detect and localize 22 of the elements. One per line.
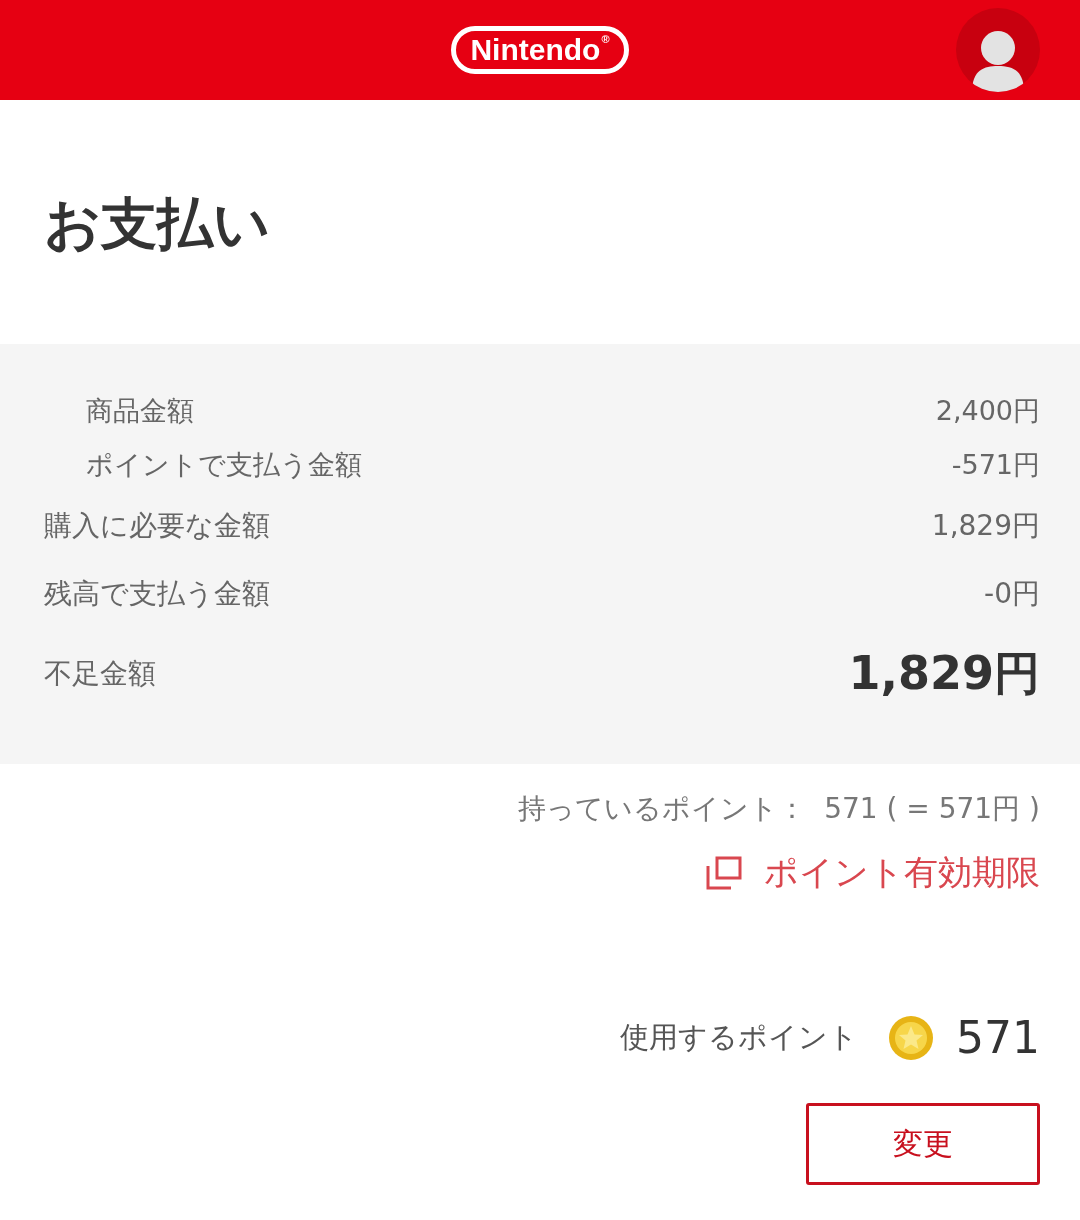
points-held-text: 持っているポイント： 571 ( = 571円 ) bbox=[517, 791, 1041, 827]
row-value: 2,400円 bbox=[935, 394, 1040, 428]
row-label: 購入に必要な金額 bbox=[44, 508, 270, 544]
row-label: 商品金額 bbox=[86, 394, 194, 428]
registered-mark: ® bbox=[601, 33, 610, 45]
external-window-icon bbox=[706, 856, 742, 890]
user-icon bbox=[972, 30, 1024, 92]
row-label: ポイントで支払う金額 bbox=[86, 448, 362, 482]
row-value: 1,829円 bbox=[931, 508, 1040, 544]
row-label: 残高で支払う金額 bbox=[44, 576, 270, 612]
use-points-label: 使用するポイント bbox=[620, 1018, 858, 1056]
row-value: 1,829円 bbox=[848, 645, 1040, 702]
row-value: -0円 bbox=[984, 576, 1040, 612]
coin-icon bbox=[888, 1014, 934, 1061]
change-button[interactable]: 変更 bbox=[806, 1103, 1040, 1185]
row-value: -571円 bbox=[951, 448, 1040, 482]
logo[interactable]: Nintendo$^{®}$ bbox=[451, 26, 629, 74]
logo-text: Nintendo bbox=[470, 33, 601, 67]
expiry-link[interactable]: ポイント有効期限 bbox=[706, 850, 1040, 896]
row-label: 不足金額 bbox=[44, 656, 156, 692]
page-title: お支払い bbox=[43, 190, 271, 258]
use-points-value: 571 bbox=[956, 1012, 1040, 1063]
